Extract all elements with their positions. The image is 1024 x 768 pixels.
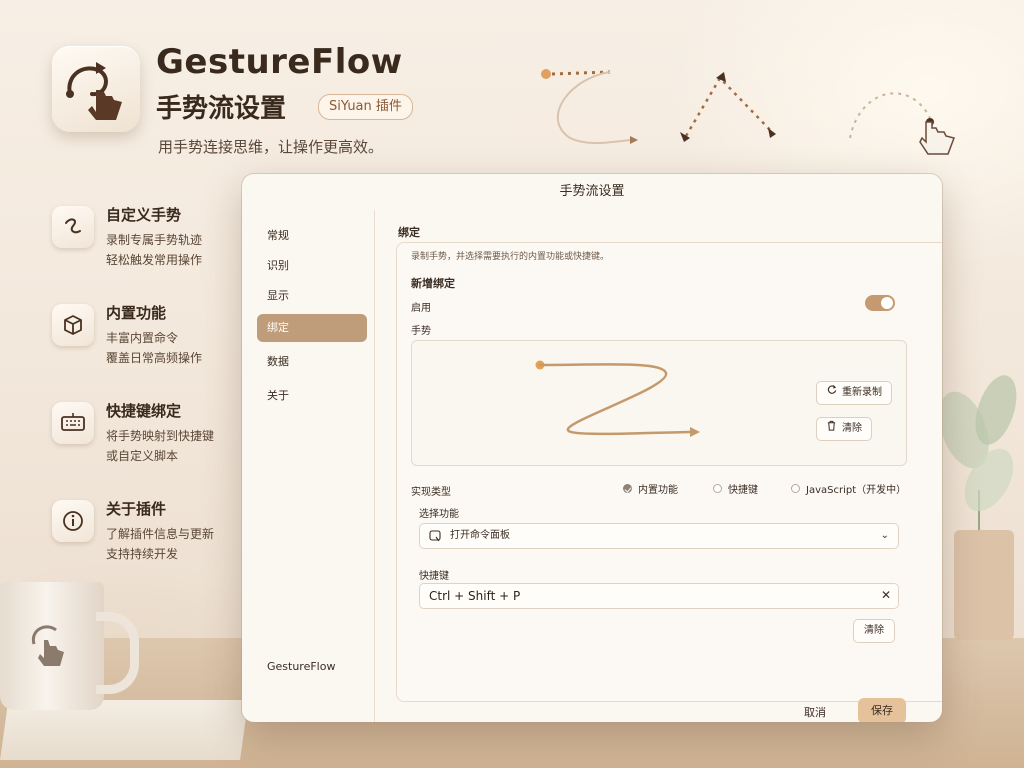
toggle-knob (881, 297, 893, 309)
section-title: 绑定 (398, 226, 420, 239)
info-icon (52, 500, 94, 542)
new-binding-title: 新增绑定 (411, 277, 455, 290)
radio-shortcut[interactable]: 快捷键 (713, 481, 758, 496)
function-select[interactable]: 打开命令面板 ⌄ (419, 523, 899, 549)
enable-label: 启用 (411, 303, 431, 314)
radio-builtin-circle[interactable] (623, 484, 632, 493)
keyboard-icon (52, 402, 94, 444)
app-title: GestureFlow (156, 42, 403, 82)
close-icon[interactable]: ✕ (881, 588, 891, 602)
feature-builtin: 内置功能 丰富内置命令 覆盖日常高频操作 (52, 302, 232, 372)
feature-shortcut: 快捷键绑定 将手势映射到快捷键 或自定义脚本 (52, 400, 232, 470)
clear-gesture-button[interactable]: 清除 (816, 417, 872, 441)
save-button[interactable]: 保存 (858, 698, 906, 722)
mug-handle (96, 612, 139, 694)
clear-shortcut-button[interactable]: 清除 (853, 619, 895, 643)
app-subtitle: 手势流设置 (156, 94, 287, 124)
trash-icon (826, 418, 837, 440)
settings-content: 绑定 录制手势，并选择需要执行的内置功能或快捷键。 新增绑定 启用 手势 重新录… (374, 210, 942, 722)
plant-decoration (939, 375, 1017, 640)
app-logo (52, 46, 140, 132)
mug-logo-icon (31, 625, 64, 666)
dialog-title: 手势流设置 (559, 184, 625, 199)
impl-type-label: 实现类型 (411, 487, 451, 498)
sidebar-item-display[interactable]: 显示 (257, 282, 367, 310)
plugin-badge: SiYuan 插件 (318, 94, 413, 120)
refresh-icon (826, 382, 837, 404)
command-palette-icon (429, 524, 441, 558)
radio-javascript-circle[interactable] (791, 484, 800, 493)
shortcut-input[interactable] (419, 583, 899, 609)
settings-dialog: 手势流设置 常规 识别 显示 绑定 数据 关于 GestureFlow 绑定 录… (242, 174, 942, 722)
gesture-scribble-icon (52, 206, 94, 248)
cancel-button[interactable]: 取消 (804, 704, 826, 720)
box-icon (52, 304, 94, 346)
settings-sidebar: 常规 识别 显示 绑定 数据 关于 GestureFlow (242, 210, 375, 722)
sidebar-footer-name: GestureFlow (267, 660, 336, 673)
gesture-trail-illustration (541, 69, 955, 155)
sidebar-item-data[interactable]: 数据 (257, 348, 367, 376)
radio-builtin[interactable]: 内置功能 (623, 481, 678, 496)
gesture-hand-icon (66, 62, 122, 120)
select-function-label: 选择功能 (419, 509, 459, 520)
sidebar-item-general[interactable]: 常规 (257, 222, 367, 250)
shortcut-label: 快捷键 (419, 571, 449, 582)
sidebar-item-about[interactable]: 关于 (257, 382, 367, 410)
chevron-down-icon: ⌄ (880, 530, 889, 541)
enable-toggle[interactable] (865, 295, 895, 311)
gesture-label: 手势 (411, 326, 431, 337)
feature-about: 关于插件 了解插件信息与更新 支持持续开发 (52, 498, 232, 568)
panel-description: 录制手势，并选择需要执行的内置功能或快捷键。 (411, 252, 610, 262)
tagline: 用手势连接思维，让操作更高效。 (158, 138, 384, 156)
rerecord-button[interactable]: 重新录制 (816, 381, 892, 405)
mug-decoration (0, 582, 104, 710)
radio-javascript[interactable]: JavaScript（开发中） (791, 481, 906, 496)
feature-custom-gesture: 自定义手势 录制专属手势轨迹 轻松触发常用操作 (52, 204, 232, 274)
gesture-canvas[interactable]: 重新录制 清除 (411, 340, 907, 466)
radio-shortcut-circle[interactable] (713, 484, 722, 493)
sidebar-item-binding[interactable]: 绑定 (257, 314, 367, 342)
binding-panel: 录制手势，并选择需要执行的内置功能或快捷键。 新增绑定 启用 手势 重新录制 清… (396, 242, 942, 702)
sidebar-item-recognition[interactable]: 识别 (257, 252, 367, 280)
